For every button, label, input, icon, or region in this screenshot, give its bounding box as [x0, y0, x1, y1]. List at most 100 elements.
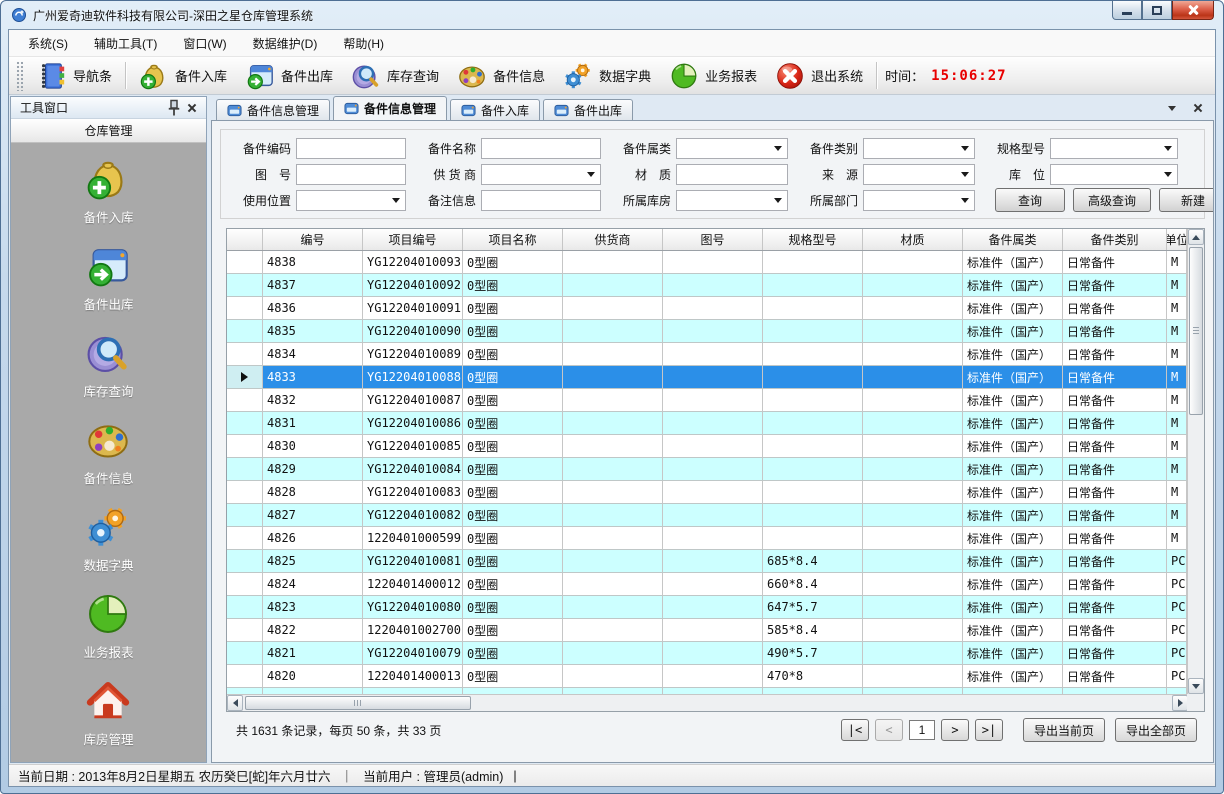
dropdown-1-4[interactable] [1050, 164, 1178, 185]
table-row-4822[interactable]: 482212204010027000型圈585*8.4标准件（国产）日常备件PC [227, 619, 1187, 642]
dropdown-0-3[interactable] [863, 138, 975, 159]
titlebar[interactable]: 广州爱奇迪软件科技有限公司-深田之星仓库管理系统 [1, 1, 1223, 29]
menu-item-1[interactable]: 系统(S) [19, 31, 77, 56]
table-row-4832[interactable]: 4832YG122040100870型圈标准件（国产）日常备件M [227, 389, 1187, 412]
toolbar-button-inventory-query[interactable]: 库存查询 [342, 58, 448, 94]
table-row-4828[interactable]: 4828YG122040100830型圈标准件（国产）日常备件M [227, 481, 1187, 504]
table-row-4826[interactable]: 482612204010005990型圈标准件（国产）日常备件M [227, 527, 1187, 550]
page-number-input[interactable]: 1 [909, 720, 935, 740]
toolbar-button-stock-in[interactable]: 备件入库 [130, 58, 236, 94]
tab-1[interactable]: 备件信息管理 [216, 99, 330, 120]
dropdown-2-2[interactable] [676, 190, 788, 211]
cell-4828-8: 标准件（国产） [963, 481, 1063, 503]
toolbar-button-exit-system[interactable]: 退出系统 [766, 58, 872, 94]
sidebar-item-business-report[interactable]: 业务报表 [83, 591, 133, 661]
dock-close-icon[interactable] [183, 99, 201, 117]
column-header-1[interactable]: 编号 [263, 229, 363, 250]
dropdown-0-2[interactable] [676, 138, 788, 159]
table-row-4821[interactable]: 4821YG122040100790型圈490*5.7标准件（国产）日常备件PC [227, 642, 1187, 665]
menu-item-5[interactable]: 帮助(H) [334, 31, 393, 56]
dropdown-1-3[interactable] [863, 164, 975, 185]
minimize-button[interactable] [1112, 1, 1142, 20]
cell-4835-5 [663, 320, 763, 342]
maximize-button[interactable] [1142, 1, 1172, 20]
tab-list-dropdown-icon[interactable] [1164, 100, 1180, 116]
column-header-2[interactable]: 项目编号 [363, 229, 463, 250]
table-row-4836[interactable]: 4836YG122040100910型圈标准件（国产）日常备件M [227, 297, 1187, 320]
export-all-pages-button[interactable]: 导出全部页 [1115, 718, 1197, 742]
tab-2-active[interactable]: 备件信息管理 [333, 96, 447, 120]
table-row-4825[interactable]: 4825YG122040100810型圈685*8.4标准件（国产）日常备件PC [227, 550, 1187, 573]
vertical-scrollbar[interactable] [1187, 229, 1204, 694]
menu-item-3[interactable]: 窗口(W) [174, 31, 235, 56]
tab-close-icon[interactable] [1190, 100, 1206, 116]
table-row-4824[interactable]: 482412204014000120型圈660*8.4标准件（国产）日常备件PC [227, 573, 1187, 596]
sidebar-item-data-dictionary[interactable]: 数据字典 [83, 504, 133, 574]
input-1-0[interactable] [296, 164, 406, 185]
table-row-4820[interactable]: 482012204014000130型圈470*8标准件（国产）日常备件PC [227, 665, 1187, 688]
input-0-1[interactable] [481, 138, 601, 159]
form-row-3: 使用位置备注信息所属库房所属部门查询高级查询新建 [233, 187, 1204, 213]
column-header-10[interactable]: 单位 [1167, 229, 1187, 250]
cell-4827-8: 标准件（国产） [963, 504, 1063, 526]
column-header-9[interactable]: 备件类别 [1063, 229, 1167, 250]
toolbar-button-parts-info[interactable]: 备件信息 [448, 58, 554, 94]
status-user: 当前用户 : 管理员(admin) [363, 766, 503, 785]
menu-item-2[interactable]: 辅助工具(T) [85, 31, 166, 56]
input-0-0[interactable] [296, 138, 406, 159]
sidebar-item-warehouse-mgmt[interactable]: 库房管理 [83, 678, 133, 748]
new-button[interactable]: 新建 [1159, 188, 1214, 212]
column-header-6[interactable]: 规格型号 [763, 229, 863, 250]
horizontal-scrollbar-thumb[interactable] [245, 696, 471, 710]
table-row-4834[interactable]: 4834YG122040100890型圈标准件（国产）日常备件M [227, 343, 1187, 366]
column-header-3[interactable]: 项目名称 [463, 229, 563, 250]
scroll-right-icon[interactable] [1172, 695, 1188, 711]
menu-item-4[interactable]: 数据维护(D) [244, 31, 327, 56]
table-row-4831[interactable]: 4831YG122040100860型圈标准件（国产）日常备件M [227, 412, 1187, 435]
column-header-5[interactable]: 图号 [663, 229, 763, 250]
table-row-4829[interactable]: 4829YG122040100840型圈标准件（国产）日常备件M [227, 458, 1187, 481]
last-page-button[interactable]: >| [975, 719, 1003, 741]
table-row-4830[interactable]: 4830YG122040100850型圈标准件（国产）日常备件M [227, 435, 1187, 458]
column-header-8[interactable]: 备件属类 [963, 229, 1063, 250]
advanced-query-button[interactable]: 高级查询 [1073, 188, 1151, 212]
prev-page-button[interactable]: < [875, 719, 903, 741]
sidebar-item-stock-in[interactable]: 备件入库 [83, 156, 133, 226]
sidebar-item-inventory-query[interactable]: 库存查询 [83, 330, 133, 400]
toolbar-button-stock-out[interactable]: 备件出库 [236, 58, 342, 94]
dropdown-1-1[interactable] [481, 164, 601, 185]
horizontal-scrollbar[interactable] [227, 694, 1188, 711]
scroll-up-icon[interactable] [1188, 229, 1204, 245]
toolbar-label-data-dictionary: 数据字典 [599, 66, 651, 85]
tab-3[interactable]: 备件入库 [450, 99, 540, 120]
dropdown-0-4[interactable] [1050, 138, 1178, 159]
export-current-page-button[interactable]: 导出当前页 [1023, 718, 1105, 742]
query-button[interactable]: 查询 [995, 188, 1065, 212]
pin-icon[interactable] [165, 99, 183, 117]
table-row-4838[interactable]: 4838YG122040100930型圈标准件（国产）日常备件M [227, 251, 1187, 274]
column-header-4[interactable]: 供货商 [563, 229, 663, 250]
table-row-4837[interactable]: 4837YG122040100920型圈标准件（国产）日常备件M [227, 274, 1187, 297]
table-row-4823[interactable]: 4823YG122040100800型圈647*5.7标准件（国产）日常备件PC [227, 596, 1187, 619]
table-row-4827[interactable]: 4827YG122040100820型圈标准件（国产）日常备件M [227, 504, 1187, 527]
table-row-4833[interactable]: 4833YG122040100880型圈标准件（国产）日常备件M [227, 366, 1187, 389]
close-button[interactable] [1172, 1, 1214, 20]
first-page-button[interactable]: |< [841, 719, 869, 741]
toolbar-button-navbar[interactable]: 导航条 [28, 58, 121, 94]
toolbar-button-data-dictionary[interactable]: 数据字典 [554, 58, 660, 94]
scroll-down-icon[interactable] [1188, 678, 1204, 694]
input-2-1[interactable] [481, 190, 601, 211]
table-row-4835[interactable]: 4835YG122040100900型圈标准件（国产）日常备件M [227, 320, 1187, 343]
next-page-button[interactable]: > [941, 719, 969, 741]
toolbar-button-business-report[interactable]: 业务报表 [660, 58, 766, 94]
scroll-left-icon[interactable] [227, 695, 243, 711]
dropdown-2-0[interactable] [296, 190, 406, 211]
vertical-scrollbar-thumb[interactable] [1189, 247, 1203, 415]
dropdown-2-3[interactable] [863, 190, 975, 211]
sidebar-item-stock-out[interactable]: 备件出库 [83, 243, 133, 313]
input-1-2[interactable] [676, 164, 788, 185]
tab-4[interactable]: 备件出库 [543, 99, 633, 120]
toolbar-grip-handle[interactable] [16, 61, 23, 91]
column-header-7[interactable]: 材质 [863, 229, 963, 250]
sidebar-item-parts-info[interactable]: 备件信息 [83, 417, 133, 487]
